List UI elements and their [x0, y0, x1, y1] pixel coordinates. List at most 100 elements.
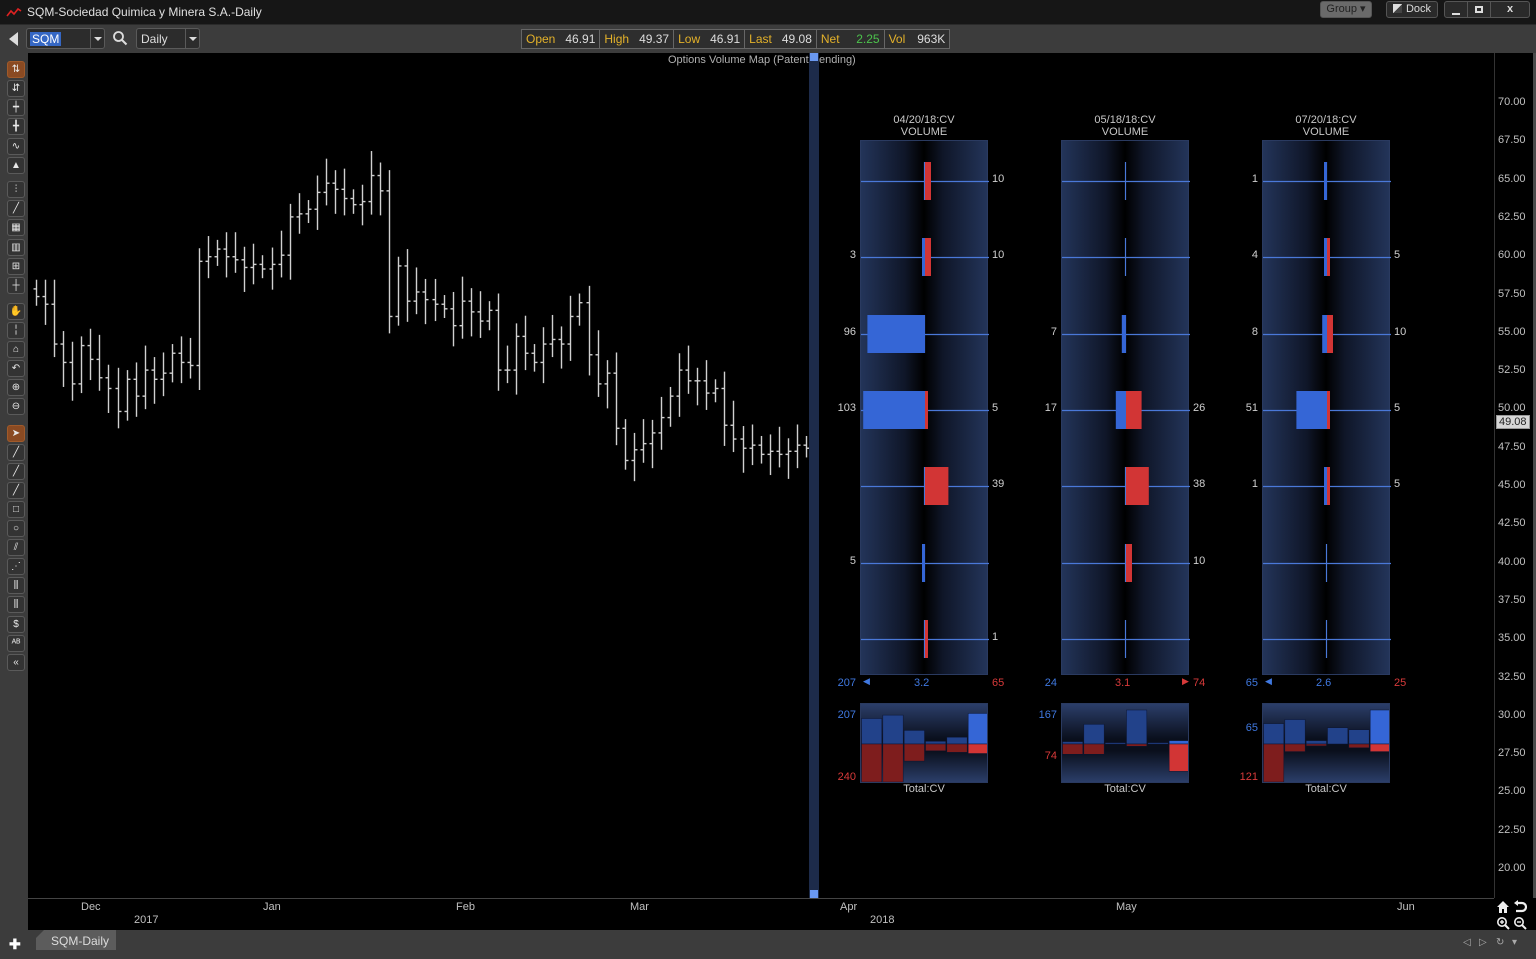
call-volume-bar[interactable]	[863, 391, 925, 429]
zoom-out-icon[interactable]	[1513, 916, 1527, 930]
minimize-button[interactable]	[1444, 1, 1468, 18]
price-axis[interactable]: 49.08 70.00 67.50 65.00 62.50 60.00 57.50 55.0…	[1494, 53, 1536, 930]
totals-plot	[861, 713, 987, 782]
total-put-bar	[903, 743, 925, 762]
totals-mini-chart[interactable]	[1262, 703, 1390, 783]
put-volume-bar[interactable]	[1327, 391, 1330, 429]
volume-map-panel[interactable]	[860, 140, 989, 675]
call-volume-bar[interactable]	[1115, 391, 1126, 429]
price-bar	[776, 426, 783, 468]
line-chart-tool[interactable]: ∿	[7, 138, 25, 155]
undo-icon[interactable]	[1513, 900, 1527, 914]
bar-chart-tool[interactable]: ⇅	[7, 61, 25, 78]
hollow-candle-tool[interactable]: ╋	[7, 118, 25, 135]
volume-map-panel[interactable]	[1061, 140, 1190, 675]
fan-tool[interactable]: ⋰	[7, 558, 25, 575]
put-volume-bar[interactable]	[925, 620, 928, 658]
home-tool[interactable]: ⌂	[7, 341, 25, 358]
interval-select[interactable]: Daily	[136, 28, 200, 49]
tab-menu-icon[interactable]: ▾	[1512, 937, 1517, 948]
call-volume-bar[interactable]	[1324, 467, 1327, 505]
put-volume-bar[interactable]	[1327, 467, 1330, 505]
put-volume-bar[interactable]	[1327, 315, 1333, 353]
symbol-input[interactable]: SQM	[26, 28, 105, 49]
volume-map-divider[interactable]	[809, 53, 819, 898]
year-label: 2017	[134, 914, 159, 926]
interval-dropdown-button[interactable]	[185, 29, 199, 48]
volume-profile-tool[interactable]: ⫶	[7, 181, 25, 198]
zoom-out-tool[interactable]: ⊖	[7, 398, 25, 415]
put-volume-bar[interactable]	[925, 238, 931, 276]
maximize-button[interactable]	[1467, 1, 1491, 18]
put-volume-bar[interactable]	[1126, 391, 1142, 429]
scroll-right-icon[interactable]: ▷	[1479, 937, 1487, 948]
candlestick-tool[interactable]: ┿	[7, 99, 25, 116]
dock-button[interactable]: Dock	[1386, 1, 1438, 18]
date-axis[interactable]: Dec Jan Feb Mar Apr May Jun 2017 2018	[28, 898, 1494, 930]
put-volume-bar[interactable]	[925, 391, 928, 429]
put-volume-bar[interactable]	[925, 162, 931, 200]
divider-handle-bottom[interactable]	[810, 890, 818, 898]
undo-tool[interactable]: ↶	[7, 360, 25, 377]
add-tab-icon[interactable]: ✚	[9, 936, 21, 953]
tab-sqm-daily[interactable]: SQM-Daily	[36, 930, 116, 950]
small-grid-tool[interactable]: ⊞	[7, 258, 25, 275]
fib-retracement-tool[interactable]: ⫼	[7, 577, 25, 594]
zoom-in-icon[interactable]	[1496, 916, 1510, 930]
mountain-chart-tool[interactable]: ▲	[7, 157, 25, 174]
group-button[interactable]: Group ▾	[1320, 1, 1372, 18]
ellipse-tool[interactable]: ○	[7, 520, 25, 537]
scroll-left-icon[interactable]: ◁	[1463, 937, 1471, 948]
text-tool[interactable]: ᴬᴮ	[7, 635, 25, 652]
volume-map-panel[interactable]	[1262, 140, 1391, 675]
minimize-icon	[1452, 13, 1460, 15]
price-chart[interactable]: Options Volume Map (Patent Pending) 04/2…	[28, 53, 1494, 898]
rewind-tool[interactable]: «	[7, 654, 25, 671]
quote-label: Vol	[888, 32, 906, 46]
totals-puts-max: 121	[1239, 771, 1258, 783]
volume-subtitle: VOLUME	[1101, 126, 1149, 138]
put-volume-bar[interactable]	[1327, 238, 1330, 276]
call-volume-bar[interactable]	[1324, 162, 1327, 200]
symbol-dropdown-button[interactable]	[90, 29, 104, 48]
rectangle-tool[interactable]: □	[7, 501, 25, 518]
tick-tool[interactable]: ╎	[7, 322, 25, 339]
price-label-tool[interactable]: $	[7, 616, 25, 633]
call-volume-bar[interactable]	[922, 238, 925, 276]
call-volume-bar[interactable]	[867, 315, 925, 353]
hand-pan-tool[interactable]: ✋	[7, 303, 25, 320]
call-volume-bar[interactable]	[1121, 315, 1126, 353]
total-call-bar	[946, 736, 968, 745]
home-icon[interactable]	[1496, 900, 1510, 914]
call-volume-bar[interactable]	[1322, 315, 1327, 353]
fib-extension-tool[interactable]: ⫼	[7, 596, 25, 613]
trendline-tool[interactable]: ╱	[7, 444, 25, 461]
channel-tool[interactable]: ⫽	[7, 539, 25, 556]
table-tool[interactable]: ▥	[7, 239, 25, 256]
ray-tool[interactable]: ╱	[7, 463, 25, 480]
put-volume-bar[interactable]	[1126, 544, 1132, 582]
crosshair-tool[interactable]: ┼	[7, 277, 25, 294]
extended-line-tool[interactable]: ╱	[7, 482, 25, 499]
divider-handle-top[interactable]	[810, 53, 818, 61]
scale-tool[interactable]: ╱	[7, 200, 25, 217]
zoom-in-tool[interactable]: ⊕	[7, 379, 25, 396]
back-arrow-icon[interactable]	[9, 32, 18, 46]
put-volume-bar[interactable]	[925, 467, 949, 505]
price-bar	[794, 424, 801, 469]
hlc-bar-tool[interactable]: ⇵	[7, 80, 25, 97]
grid-tool[interactable]: ▦	[7, 219, 25, 236]
call-volume-bar[interactable]	[1296, 391, 1327, 429]
symbol-value[interactable]: SQM	[30, 32, 62, 46]
search-icon[interactable]	[112, 30, 128, 46]
refresh-icon[interactable]: ↻	[1496, 937, 1504, 948]
call-volume-bar[interactable]	[922, 544, 925, 582]
close-button[interactable]: x	[1490, 1, 1530, 18]
call-volume-bar[interactable]	[1324, 238, 1327, 276]
pointer-tool[interactable]: ➤	[7, 425, 25, 442]
volume-map-title: 04/20/18:CV VOLUME	[859, 114, 989, 138]
totals-mini-chart[interactable]	[1061, 703, 1189, 783]
put-volume-bar[interactable]	[1126, 467, 1149, 505]
price-bar	[341, 168, 348, 216]
totals-mini-chart[interactable]	[860, 703, 988, 783]
